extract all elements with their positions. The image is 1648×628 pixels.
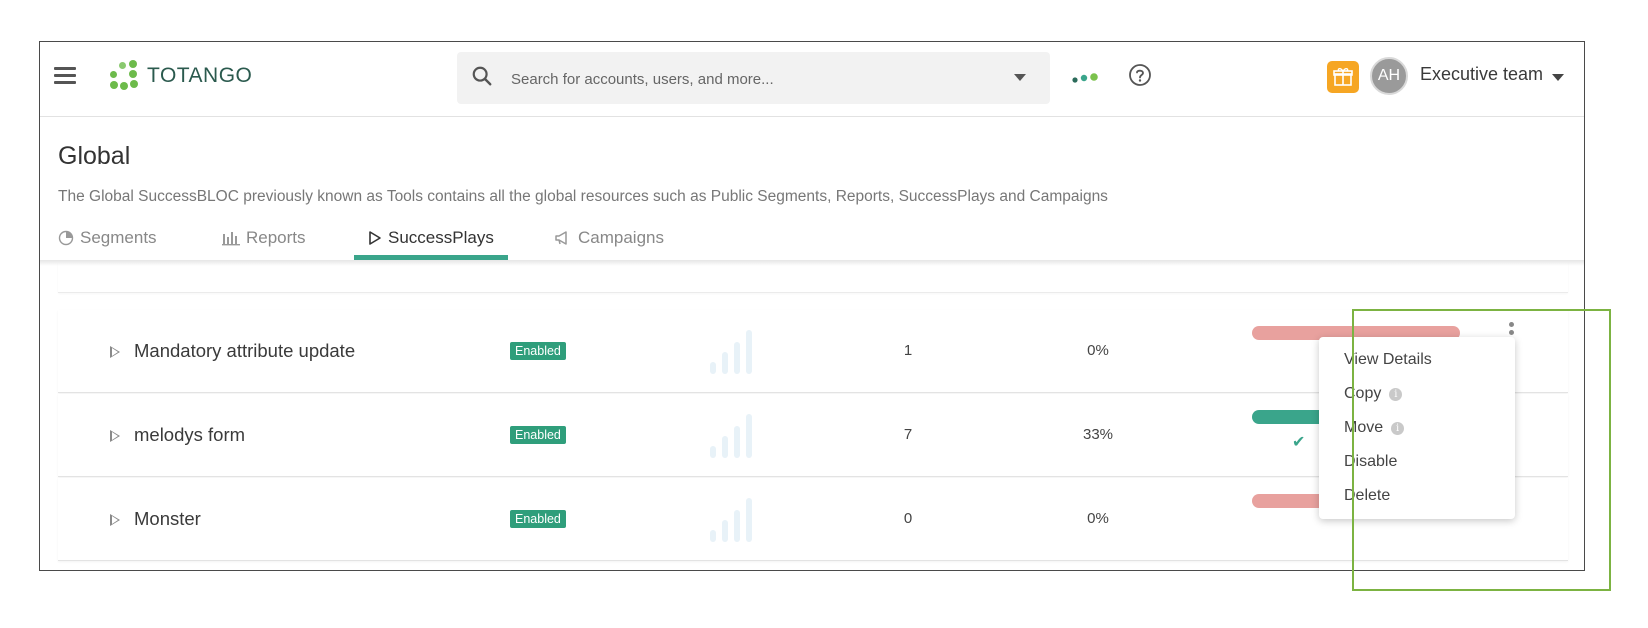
logo-dots-icon xyxy=(109,60,139,92)
tab-bar: Segments Reports SuccessPlays Campaigns xyxy=(40,222,1584,260)
tab-label: Campaigns xyxy=(578,228,664,247)
percent-value: 33% xyxy=(1082,426,1114,443)
tab-segments[interactable]: Segments xyxy=(58,222,157,258)
tab-reports[interactable]: Reports xyxy=(222,222,306,258)
help-icon[interactable] xyxy=(1128,63,1152,87)
menu-item-label: Disable xyxy=(1344,453,1398,470)
page-title: Global xyxy=(58,142,131,170)
signal-bars-icon xyxy=(710,330,752,374)
menu-item-label: Copy xyxy=(1344,385,1382,402)
tab-successplays[interactable]: SuccessPlays xyxy=(354,222,508,260)
top-navigation-bar: TOTANGO A xyxy=(40,42,1584,117)
user-avatar[interactable]: AH xyxy=(1370,57,1408,95)
menu-item-move[interactable]: Move i xyxy=(1344,419,1405,437)
expand-row-icon[interactable] xyxy=(110,430,120,442)
header-shadow xyxy=(40,260,1584,266)
gift-icon[interactable] xyxy=(1327,61,1359,93)
hamburger-menu-icon[interactable] xyxy=(54,67,76,85)
signal-bars-icon xyxy=(710,414,752,458)
team-selector-label[interactable]: Executive team xyxy=(1420,64,1543,85)
menu-item-label: Move xyxy=(1344,419,1384,436)
team-dropdown-caret-icon[interactable] xyxy=(1552,74,1564,81)
menu-item-delete[interactable]: Delete xyxy=(1344,487,1390,505)
menu-item-view-details[interactable]: View Details xyxy=(1344,351,1432,369)
successplay-name[interactable]: Monster xyxy=(134,508,201,530)
percent-value: 0% xyxy=(1087,510,1109,527)
search-dropdown-caret-icon[interactable] xyxy=(1014,74,1026,81)
activity-dots-icon[interactable] xyxy=(1071,72,1101,84)
bar-chart-icon xyxy=(222,232,240,246)
tab-label: Segments xyxy=(80,228,157,247)
page-description: The Global SuccessBLOC previously known … xyxy=(58,188,1108,205)
app-window: TOTANGO A xyxy=(39,41,1585,571)
status-badge: Enabled xyxy=(510,342,566,360)
menu-item-label: Delete xyxy=(1344,487,1391,504)
play-icon xyxy=(369,231,381,245)
page-header: Global The Global SuccessBLOC previously… xyxy=(40,117,1584,260)
successplay-name[interactable]: melodys form xyxy=(134,424,245,446)
tab-label: Reports xyxy=(246,228,306,247)
row-actions-menu: View Details Copy i Move i Disable Delet… xyxy=(1319,337,1515,519)
menu-item-label: View Details xyxy=(1344,351,1432,368)
status-badge: Enabled xyxy=(510,426,566,444)
totango-logo[interactable]: TOTANGO xyxy=(109,59,252,93)
logo-text: TOTANGO xyxy=(147,64,253,87)
tab-label: SuccessPlays xyxy=(388,228,494,247)
megaphone-icon xyxy=(555,231,567,245)
tab-campaigns[interactable]: Campaigns xyxy=(554,222,664,258)
search-icon xyxy=(472,66,492,86)
info-icon[interactable]: i xyxy=(1391,421,1405,435)
status-badge: Enabled xyxy=(510,510,566,528)
menu-item-disable[interactable]: Disable xyxy=(1344,453,1397,471)
signal-bars-icon xyxy=(710,498,752,542)
search-input[interactable] xyxy=(509,52,993,106)
checkmark-icon: ✔ xyxy=(1292,434,1306,451)
percent-value: 0% xyxy=(1087,342,1109,359)
successplay-name[interactable]: Mandatory attribute update xyxy=(134,340,355,362)
info-icon[interactable]: i xyxy=(1389,387,1403,401)
expand-row-icon[interactable] xyxy=(110,514,120,526)
pie-chart-icon xyxy=(58,230,74,246)
count-value: 0 xyxy=(903,510,913,527)
expand-row-icon[interactable] xyxy=(110,346,120,358)
global-search-box[interactable] xyxy=(457,52,1050,106)
count-value: 7 xyxy=(903,426,913,443)
count-value: 1 xyxy=(903,342,913,359)
menu-item-copy[interactable]: Copy i xyxy=(1344,385,1403,403)
